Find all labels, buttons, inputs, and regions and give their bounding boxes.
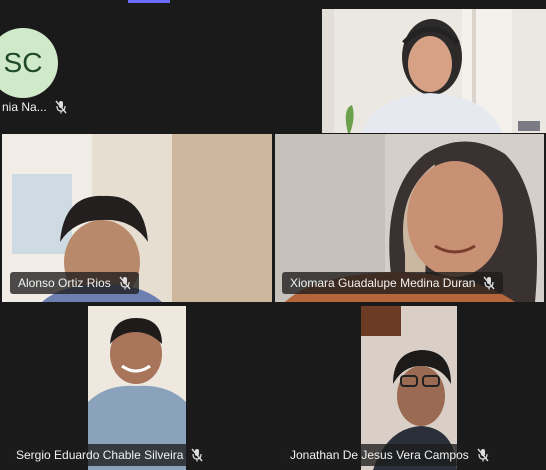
participant-name: Sergio Eduardo Chable Silveira [16,448,184,462]
participant-video [322,9,546,133]
mic-off-icon [191,448,203,462]
participant-name-label: Alonso Ortiz Rios [10,272,139,294]
participant-tile-3[interactable]: Alonso Ortiz Rios [2,134,272,302]
participant-name: Xiomara Guadalupe Medina Duran [290,276,476,290]
participant-name-label: nia Na... [0,96,75,118]
participant-tile-4[interactable]: Xiomara Guadalupe Medina Duran [275,134,544,302]
participant-tile-1[interactable]: SC nia Na... [0,6,270,132]
mic-off-icon [55,100,67,114]
mic-off-icon [483,276,495,290]
mic-off-icon [477,448,489,462]
participant-tile-6[interactable]: Jonathan De Jesus Vera Campos [275,304,544,470]
mic-off-icon [119,276,131,290]
participant-name: nia Na... [2,100,47,114]
participant-name: Alonso Ortiz Rios [18,276,111,290]
avatar: SC [0,28,58,98]
participant-name-label: Xiomara Guadalupe Medina Duran [282,272,504,294]
participant-name-label: Jonathan De Jesus Vera Campos [282,444,497,466]
participant-tile-2[interactable] [322,9,546,133]
participant-name-label: Sergio Eduardo Chable Silveira [8,444,212,466]
active-speaker-indicator [128,0,170,3]
participant-tile-5[interactable]: Sergio Eduardo Chable Silveira [2,304,272,470]
participant-name: Jonathan De Jesus Vera Campos [290,448,469,462]
